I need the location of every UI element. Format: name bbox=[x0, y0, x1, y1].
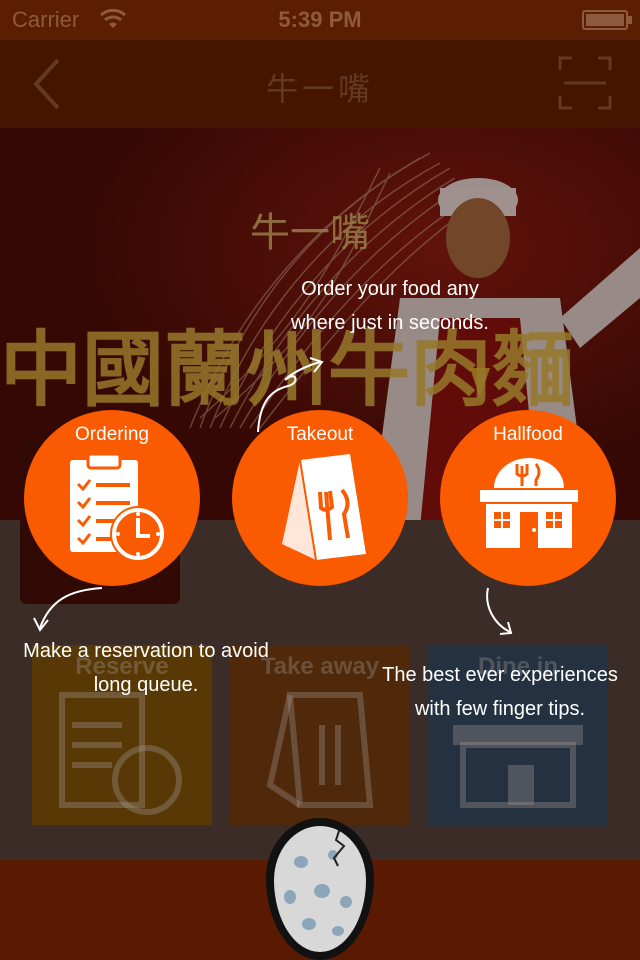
hallfood-button[interactable]: Hallfood bbox=[440, 410, 616, 586]
status-bar: Carrier 5:39 PM bbox=[0, 0, 640, 40]
ordering-label: Ordering bbox=[75, 424, 149, 445]
takeout-button[interactable]: Takeout bbox=[232, 410, 408, 586]
tip-best-line-2: with few finger tips. bbox=[414, 698, 586, 720]
tip-order-line-2: where just in seconds. bbox=[291, 312, 489, 334]
tip-best: The best ever experiences with few finge… bbox=[360, 658, 640, 726]
arrow-icon bbox=[33, 587, 103, 632]
arrow-icon bbox=[486, 587, 513, 635]
tip-reserve-line-1: Make a reservation to avoid bbox=[23, 640, 269, 662]
egg-spot bbox=[332, 926, 344, 936]
tip-best-line-1: The best ever experiences bbox=[382, 664, 618, 686]
egg-spot bbox=[294, 856, 308, 868]
egg-spot bbox=[284, 890, 296, 904]
arrow-icon bbox=[257, 357, 324, 433]
tip-order: Order your food any where just in second… bbox=[250, 272, 530, 340]
egg-spot bbox=[340, 896, 352, 908]
tip-reserve: Make a reservation to avoid long queue. bbox=[0, 634, 292, 702]
hallfood-label: Hallfood bbox=[493, 424, 563, 445]
takeout-bag-icon bbox=[282, 454, 366, 561]
egg-spot bbox=[302, 918, 316, 930]
status-time: 5:39 PM bbox=[278, 7, 362, 32]
egg-crack-icon bbox=[332, 828, 346, 867]
battery-icon bbox=[582, 10, 632, 30]
egg-spot bbox=[314, 884, 330, 898]
restaurant-icon bbox=[480, 458, 578, 548]
ordering-button[interactable]: Ordering bbox=[24, 410, 200, 586]
tip-order-line-1: Order your food any bbox=[301, 278, 479, 300]
tip-reserve-line-2: long queue. bbox=[93, 674, 199, 696]
clipboard-clock-icon bbox=[70, 452, 166, 562]
